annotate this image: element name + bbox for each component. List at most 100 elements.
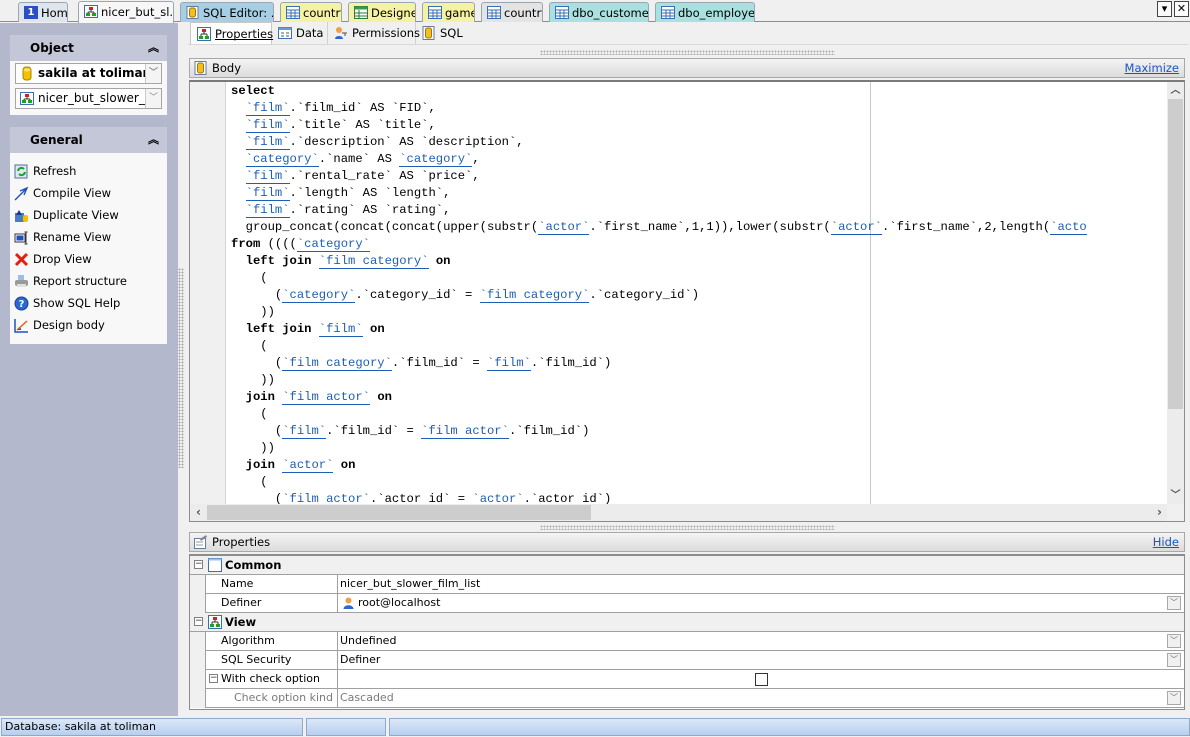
check-option-kind-select[interactable]: Cascaded (337, 689, 1184, 707)
sidebar-splitter[interactable] (178, 268, 184, 468)
object-panel-header[interactable]: Object ︽ (10, 35, 167, 61)
vertical-scroll-thumb[interactable] (1168, 99, 1183, 409)
scroll-right-icon[interactable]: › (1151, 504, 1168, 521)
sql-identifier-link[interactable]: `actor` (538, 220, 590, 235)
scroll-left-icon[interactable]: ‹ (190, 504, 207, 521)
collapse-icon[interactable]: − (194, 617, 203, 626)
sql-security-select[interactable]: Definer (337, 651, 1184, 669)
algorithm-select[interactable]: Undefined (337, 632, 1184, 650)
tab-view-nicer-but-slower[interactable]: nicer_but_sl... (78, 1, 174, 23)
tab-permissions[interactable]: Permissions (328, 22, 420, 44)
with-check-option-checkbox[interactable] (755, 673, 768, 686)
code-line: (`film`.`film_id` = `film actor`.`film_i… (231, 423, 1087, 440)
sql-identifier-link[interactable]: `actor` (830, 220, 882, 235)
tab-dbo-customers[interactable]: dbo_customers (549, 2, 649, 22)
body-splitter-grip[interactable] (540, 50, 835, 55)
sql-identifier-link[interactable]: `film` (487, 356, 531, 371)
object-combo[interactable]: nicer_but_slower_film ﹀ (15, 88, 162, 109)
chevron-down-icon[interactable]: ﹀ (1167, 596, 1181, 610)
collapse-icon[interactable]: − (209, 674, 218, 683)
compile-view-action[interactable]: Compile View (14, 183, 111, 203)
sql-identifier-link[interactable]: `film actor` (421, 424, 509, 439)
report-structure-action[interactable]: Report structure (14, 271, 127, 291)
code-line: join `actor` on (231, 457, 1087, 474)
show-sql-help-action[interactable]: ? Show SQL Help (14, 293, 120, 313)
sql-identifier-link[interactable]: `film category` (479, 288, 590, 303)
rename-icon (14, 231, 28, 245)
tab-list-dropdown-button[interactable]: ▾ (1157, 1, 1172, 17)
sql-identifier-link[interactable]: `category` (399, 152, 473, 167)
horizontal-scrollbar[interactable]: ‹ › (190, 504, 1168, 521)
design-body-action[interactable]: Design body (14, 315, 105, 335)
property-row-definer[interactable]: Definer root@localhost ﹀ (190, 594, 1184, 613)
sql-code[interactable]: select `film`.`film_id` AS `FID`, `film`… (231, 83, 1087, 508)
tab-sql-editor[interactable]: SQL Editor: ... (180, 2, 274, 22)
chevron-down-icon[interactable]: ﹀ (1167, 691, 1181, 705)
category-view[interactable]: − View (190, 613, 1184, 632)
tab-country-2[interactable]: country (481, 2, 543, 22)
scroll-down-icon[interactable]: ﹀ (1167, 487, 1184, 504)
tab-designer[interactable]: Designer (348, 2, 416, 22)
close-tab-button[interactable]: ✕ (1174, 1, 1189, 17)
database-combo[interactable]: sakila at toliman ﹀ (15, 63, 162, 84)
properties-splitter-grip[interactable] (540, 525, 835, 530)
tab-sql-label: SQL (440, 26, 463, 40)
chevron-down-icon[interactable]: ﹀ (1167, 653, 1181, 667)
scroll-up-icon[interactable]: ︿ (1167, 82, 1184, 99)
sql-identifier-link[interactable]: `film category` (282, 356, 392, 371)
tab-home[interactable]: 1 Home (18, 2, 68, 22)
duplicate-view-action[interactable]: Duplicate View (14, 205, 119, 225)
sql-identifier-link[interactable]: `film` (245, 118, 290, 133)
property-row-name[interactable]: Name nicer_but_slower_film_list (190, 575, 1184, 594)
property-row-algorithm[interactable]: Algorithm Undefined ﹀ (190, 632, 1184, 651)
collapse-up-icon[interactable]: ︽ (148, 35, 159, 61)
sql-identifier-link[interactable]: `actor` (282, 458, 334, 473)
sql-body-editor[interactable]: select `film`.`film_id` AS `FID`, `film`… (189, 80, 1185, 522)
sql-identifier-link[interactable]: `film` (318, 322, 363, 337)
property-row-sql-security[interactable]: SQL Security Definer ﹀ (190, 651, 1184, 670)
definer-value-field[interactable]: root@localhost (337, 594, 1184, 612)
sql-identifier-link[interactable]: `film category` (318, 254, 429, 269)
sql-icon (422, 26, 435, 40)
tab-properties[interactable]: Properties (190, 22, 273, 44)
tab-dbo-employees[interactable]: dbo_employees (655, 2, 755, 22)
collapse-icon[interactable]: − (194, 560, 203, 569)
name-value-field[interactable]: nicer_but_slower_film_list (337, 575, 1184, 593)
chevron-down-icon[interactable]: ﹀ (145, 64, 161, 83)
chevron-down-icon[interactable]: ﹀ (1167, 634, 1181, 648)
sql-identifier-link[interactable]: `film` (282, 424, 327, 439)
tab-country[interactable]: country (280, 2, 342, 22)
sql-identifier-link[interactable]: `category` (296, 237, 370, 252)
sql-identifier-link[interactable]: `category` (245, 152, 319, 167)
sql-identifier-link[interactable]: `category` (282, 288, 356, 303)
maximize-link[interactable]: Maximize (1125, 59, 1179, 77)
general-panel-header[interactable]: General ︽ (10, 127, 167, 153)
sql-identifier-link[interactable]: `film actor` (282, 390, 370, 405)
sql-identifier-link[interactable]: `film` (245, 203, 290, 218)
tab-data[interactable]: Data (272, 22, 328, 44)
sql-identifier-link[interactable]: `film` (245, 186, 290, 201)
property-row-check-option-kind[interactable]: Check option kind Cascaded ﹀ (190, 689, 1184, 708)
sql-identifier-link[interactable]: `acto (1050, 220, 1087, 235)
sql-identifier-link[interactable]: `film` (245, 101, 290, 116)
refresh-action[interactable]: Refresh (14, 161, 76, 181)
drop-view-action[interactable]: Drop View (14, 249, 92, 269)
sql-identifier-link[interactable]: `film` (245, 135, 290, 150)
collapse-up-icon[interactable]: ︽ (148, 127, 159, 153)
body-section-header: Body Maximize (189, 58, 1185, 78)
chevron-down-icon[interactable]: ﹀ (145, 89, 161, 108)
rename-view-action[interactable]: Rename View (14, 227, 111, 247)
sql-text: ( (231, 407, 268, 421)
category-common[interactable]: − Common (190, 556, 1184, 575)
tab-game[interactable]: game (422, 2, 475, 22)
sql-identifier-link[interactable]: `film` (245, 169, 290, 184)
horizontal-scroll-thumb[interactable] (207, 505, 591, 520)
hide-link[interactable]: Hide (1153, 533, 1179, 551)
code-line: )) (231, 372, 1087, 389)
vertical-scrollbar[interactable]: ︿ ﹀ (1167, 82, 1184, 504)
code-line: from ((((`category` (231, 236, 1087, 253)
tab-sql[interactable]: SQL (416, 22, 464, 44)
property-row-with-check-option[interactable]: − With check option (190, 670, 1184, 689)
